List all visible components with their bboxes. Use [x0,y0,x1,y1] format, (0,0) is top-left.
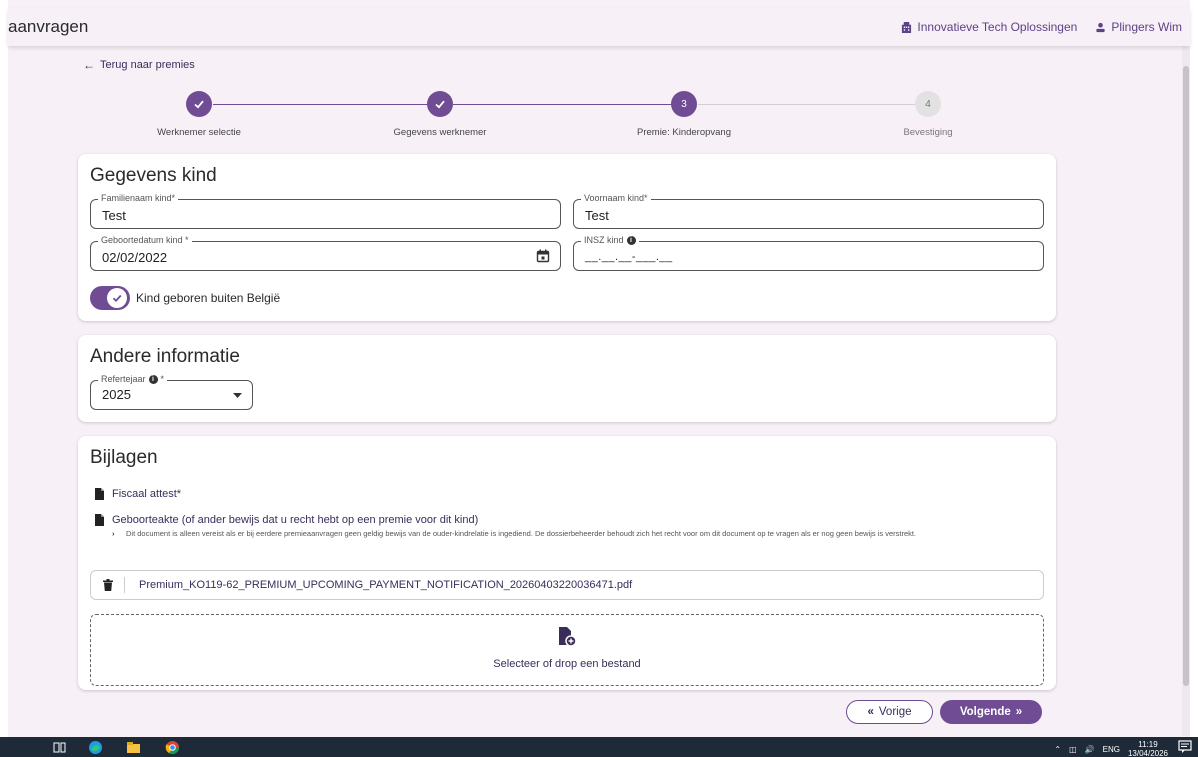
progress-stepper: Werknemer selectie Gegevens werknemer 3 … [78,90,1058,140]
file-explorer-icon[interactable] [126,740,141,755]
uploaded-file-name[interactable]: Premium_KO119-62_PREMIUM_UPCOMING_PAYMEN… [139,579,632,591]
other-info-heading: Andere informatie [90,346,240,367]
child-details-heading: Gegevens kind [90,165,217,186]
task-view-icon[interactable] [52,740,67,755]
file-add-icon [559,627,577,647]
step-2: Gegevens werknemer [350,90,530,138]
insz-label-text: INSZ kind [584,235,624,245]
child-details-card: Gegevens kind Familienaam kind* Test Voo… [78,154,1056,321]
chrome-icon[interactable] [165,740,180,755]
back-link-label: Terug naar premies [100,59,195,71]
language-indicator[interactable]: ENG [1103,745,1120,754]
clock[interactable]: 11:19 13/04/2026 [1128,740,1168,757]
volume-icon[interactable]: 🔊 [1085,745,1095,754]
born-abroad-label: Kind geboren buiten België [136,291,281,305]
doc-fiscal-certificate: Fiscaal attest* [95,488,181,500]
back-link[interactable]: ← Terug naar premies [83,58,195,72]
birthdate-label: Geboortedatum kind * [98,235,192,245]
step-3: 3 Premie: Kinderopvang [594,90,774,138]
clock-date: 13/04/2026 [1127,749,1168,757]
next-label: Volgende [959,706,1011,718]
dropzone-label: Selecteer of drop een bestand [493,658,641,670]
doc-birth-label: Geboorteakte (of ander bewijs dat u rech… [112,514,479,526]
network-icon[interactable]: ◫ [1069,745,1077,754]
user-name: Plingers Wim [1111,20,1182,34]
check-icon [107,288,127,308]
clock-time: 11:19 [1138,740,1158,749]
step-number: 3 [671,91,697,117]
trash-icon [102,579,113,591]
insz-field[interactable]: INSZ kind i __.__.__-___.__ [573,235,1044,271]
firstname-field[interactable]: Voornaam kind* Test [573,193,1044,229]
scrollbar[interactable] [1182,46,1190,736]
arrow-left-icon: ← [83,58,95,72]
step-1: Werknemer selectie [109,90,289,138]
insz-label: INSZ kind i [581,235,639,245]
notification-icon[interactable] [1178,740,1192,754]
insz-value: __.__.__-___.__ [585,251,673,263]
header-right: Innovatieve Tech Oplossingen Plingers Wi… [901,20,1182,34]
lastname-label: Familienaam kind* [98,193,179,203]
file-dropzone[interactable]: Selecteer of drop een bestand [90,614,1044,686]
user-menu[interactable]: Plingers Wim [1095,20,1182,34]
birthdate-field[interactable]: Geboortedatum kind * 02/02/2022 [90,235,561,271]
other-info-card: Andere informatie Refertejaar i * 2025 [78,335,1056,422]
born-abroad-toggle[interactable] [90,286,130,310]
chevron-right-icon: › [112,529,115,538]
chevrons-right-icon: » [1015,706,1023,718]
attachments-card: Bijlagen Fiscaal attest* Geboorteakte (o… [78,436,1056,690]
lastname-value: Test [102,208,126,223]
main-content: ← Terug naar premies Werknemer selectie … [8,46,1190,736]
previous-label: Vorige [878,706,912,718]
calendar-icon[interactable] [536,249,550,263]
page-title: aanvragen [8,17,89,36]
step-label: Gegevens werknemer [393,127,487,138]
company-selector[interactable]: Innovatieve Tech Oplossingen [901,20,1077,34]
chevrons-left-icon: « [867,706,874,718]
building-icon [902,21,912,33]
chevron-up-icon[interactable]: ⌃ [1054,745,1061,754]
birth-certificate-hint[interactable]: › Dit document is alleen vereist als er … [112,529,1042,539]
scrollbar-thumb[interactable] [1183,66,1189,686]
firstname-label: Voornaam kind* [581,193,651,203]
refyear-value: 2025 [102,387,131,402]
refyear-select[interactable]: Refertejaar i * 2025 [90,374,253,410]
check-icon [427,91,453,117]
info-icon[interactable]: i [626,235,636,245]
refyear-label: Refertejaar i * [98,374,168,384]
check-icon [186,91,212,117]
firstname-value: Test [585,208,609,223]
delete-file-button[interactable] [91,577,125,593]
hint-text: Dit document is alleen vereist als er bi… [126,529,917,538]
doc-birth-certificate: Geboorteakte (of ander bewijs dat u rech… [95,514,478,526]
lastname-field[interactable]: Familienaam kind* Test [90,193,561,229]
window-edge-left [0,0,8,737]
system-tray: ⌃ ◫ 🔊 ENG 11:19 13/04/2026 [1054,740,1168,757]
required-marker: * [160,374,165,384]
user-icon [1096,22,1105,32]
birthdate-value: 02/02/2022 [102,250,168,265]
app-header: aanvragen Innovatieve Tech Oplossingen P… [8,8,1190,46]
refyear-label-text: Refertejaar [101,374,146,384]
window-edge-right [1190,0,1198,737]
step-label: Werknemer selectie [157,127,241,138]
step-label: Bevestiging [903,127,953,138]
step-number: 4 [915,91,941,117]
previous-button[interactable]: « Vorige [846,700,933,724]
step-label: Premie: Kinderopvang [637,127,731,138]
attachments-heading: Bijlagen [90,447,158,468]
edge-browser-icon[interactable] [88,740,103,755]
company-name: Innovatieve Tech Oplossingen [917,20,1078,34]
step-4: 4 Bevestiging [838,90,1018,138]
doc-fiscal-label: Fiscaal attest* [112,488,182,500]
file-icon [95,488,104,500]
next-button[interactable]: Volgende » [940,700,1042,724]
file-icon [95,514,104,526]
chevron-down-icon [233,393,242,398]
uploaded-file: Premium_KO119-62_PREMIUM_UPCOMING_PAYMEN… [90,570,1044,600]
info-icon[interactable]: i [148,374,158,384]
os-taskbar: ⌃ ◫ 🔊 ENG 11:19 13/04/2026 [0,737,1198,757]
